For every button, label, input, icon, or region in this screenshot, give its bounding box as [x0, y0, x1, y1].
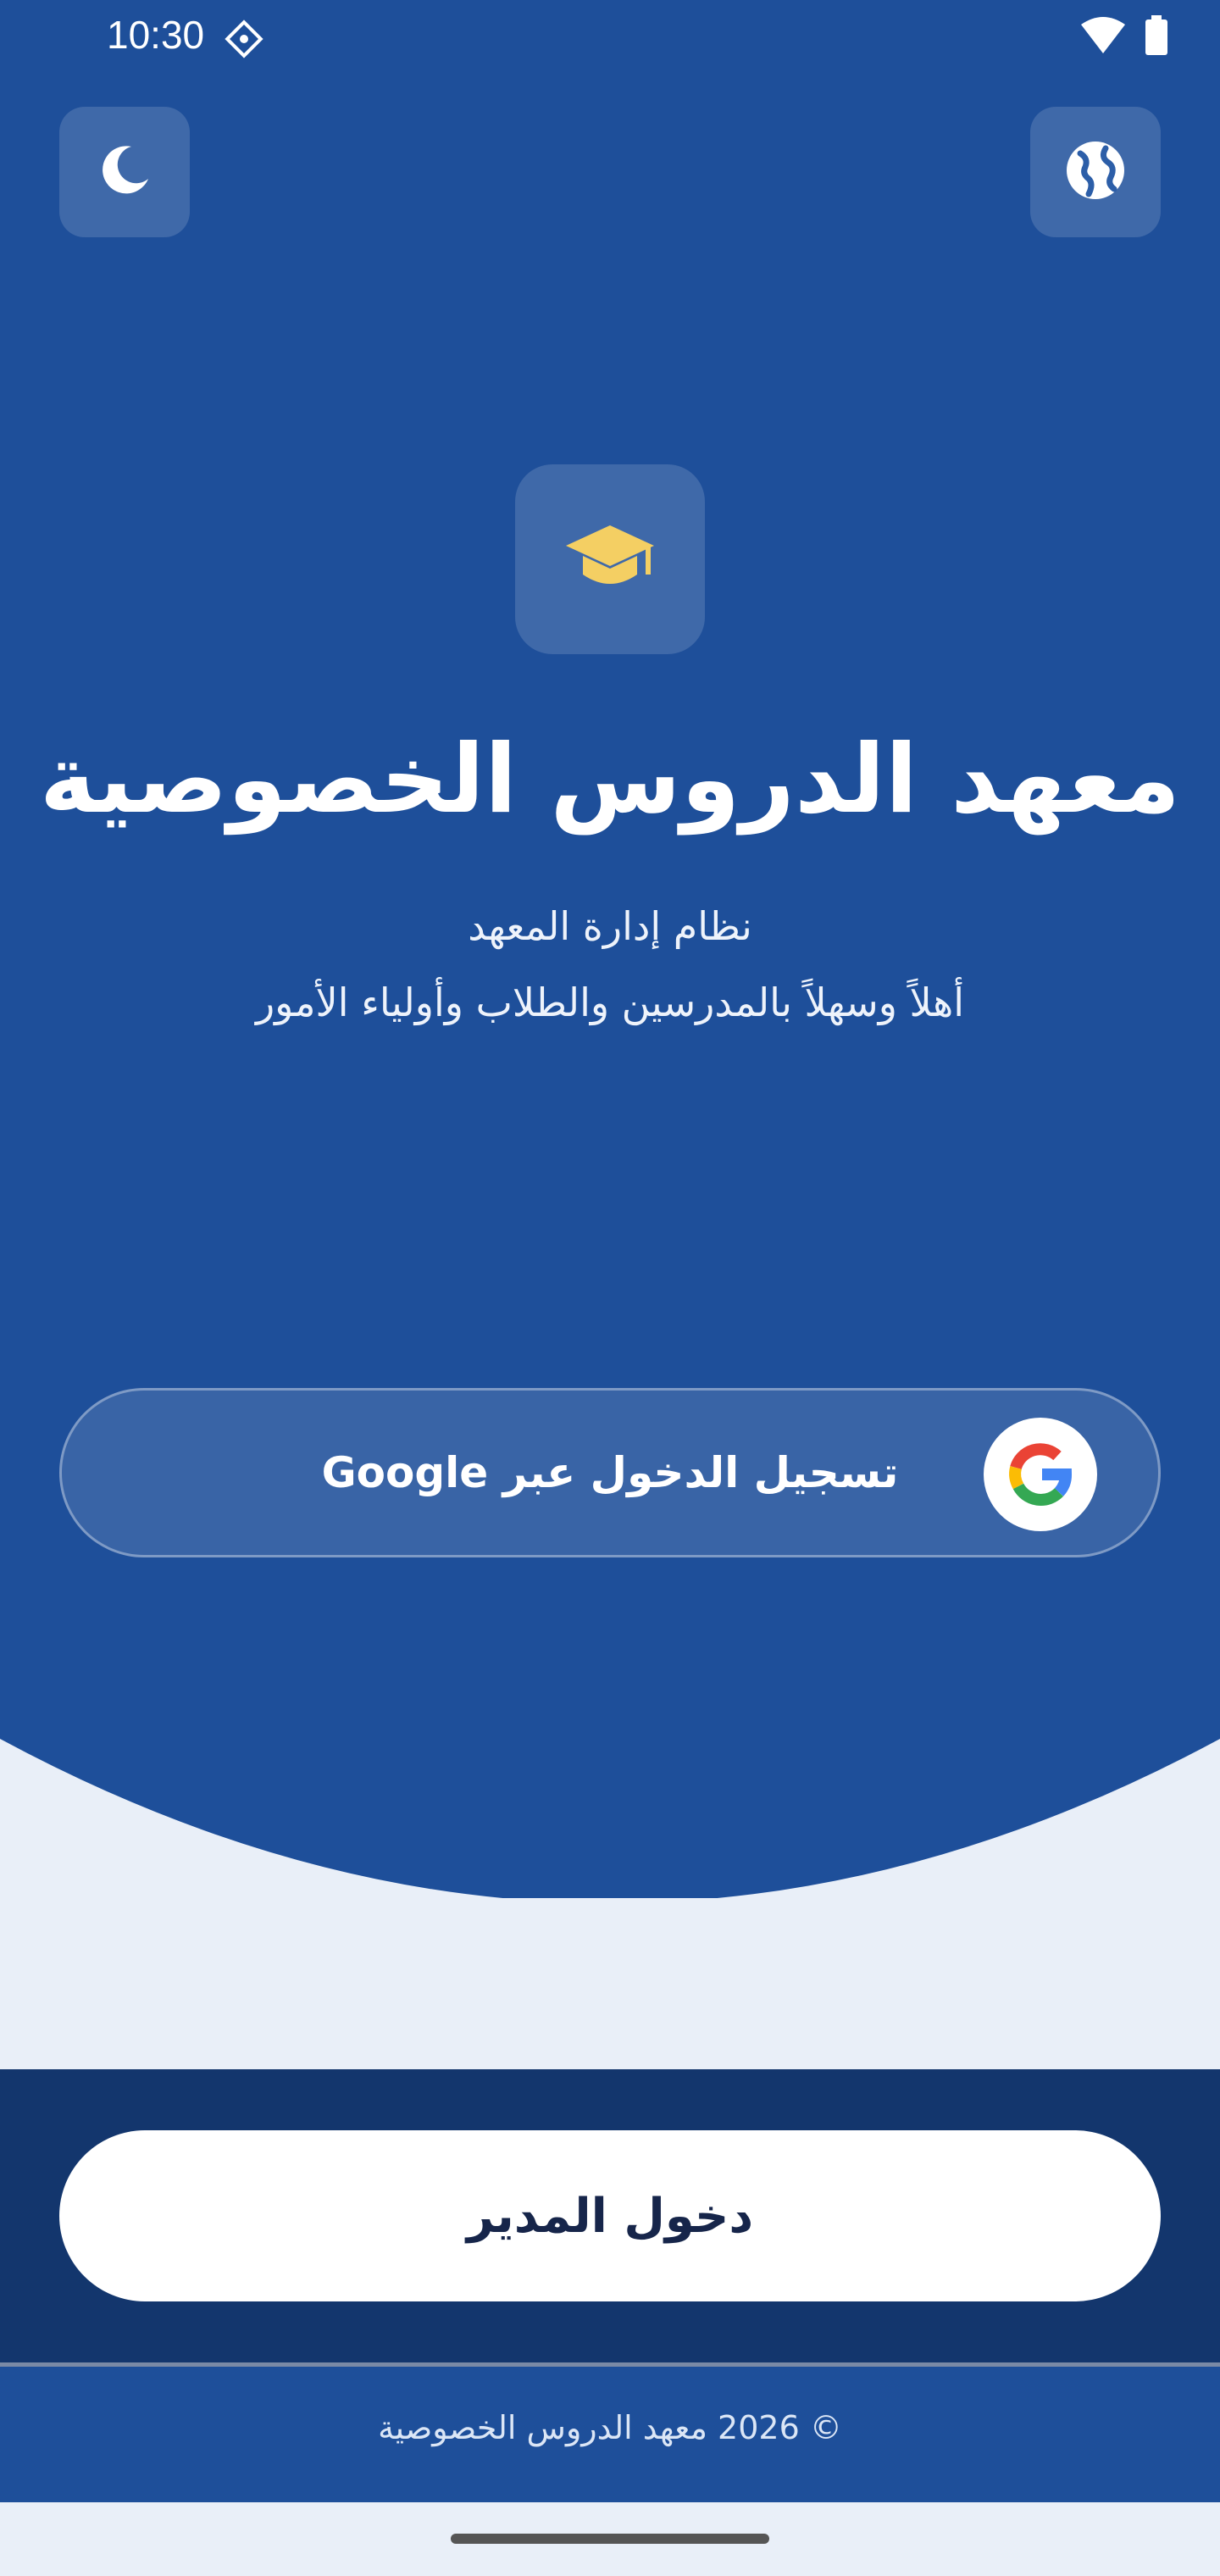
graduation-cap-icon: [563, 522, 657, 597]
battery-icon: [1144, 15, 1169, 59]
wifi-icon: [1079, 16, 1127, 58]
moon-icon: [94, 140, 155, 204]
app-subtitle: نظام إدارة المعهد: [468, 903, 752, 949]
welcome-text: أهلاً وسهلاً بالمدرسين والطلاب وأولياء ا…: [255, 980, 965, 1025]
home-gesture-bar[interactable]: [451, 2534, 769, 2544]
footer: © 2026 معهد الدروس الخصوصية: [0, 2367, 1220, 2502]
hero-section: 10:30 معهد الدروس الخصوصية نظام إدارة ال…: [0, 0, 1220, 1898]
notification-diamond-icon: [222, 17, 266, 64]
google-signin-button[interactable]: تسجيل الدخول عبر Google: [59, 1388, 1161, 1557]
app-logo: [515, 464, 705, 654]
status-icons: [1079, 15, 1169, 59]
app-title: معهد الدروس الخصوصية: [39, 724, 1181, 835]
language-button[interactable]: [1030, 107, 1161, 237]
hero-background: [0, 0, 1220, 1898]
admin-panel: دخول المدير: [0, 2069, 1220, 2364]
status-bar: 10:30: [0, 0, 1220, 76]
dark-mode-toggle-button[interactable]: [59, 107, 190, 237]
google-icon: [984, 1418, 1097, 1531]
globe-icon: [1063, 138, 1128, 206]
status-time: 10:30: [107, 13, 205, 57]
copyright-text: © 2026 معهد الدروس الخصوصية: [378, 2409, 842, 2446]
admin-login-button[interactable]: دخول المدير: [59, 2130, 1161, 2301]
